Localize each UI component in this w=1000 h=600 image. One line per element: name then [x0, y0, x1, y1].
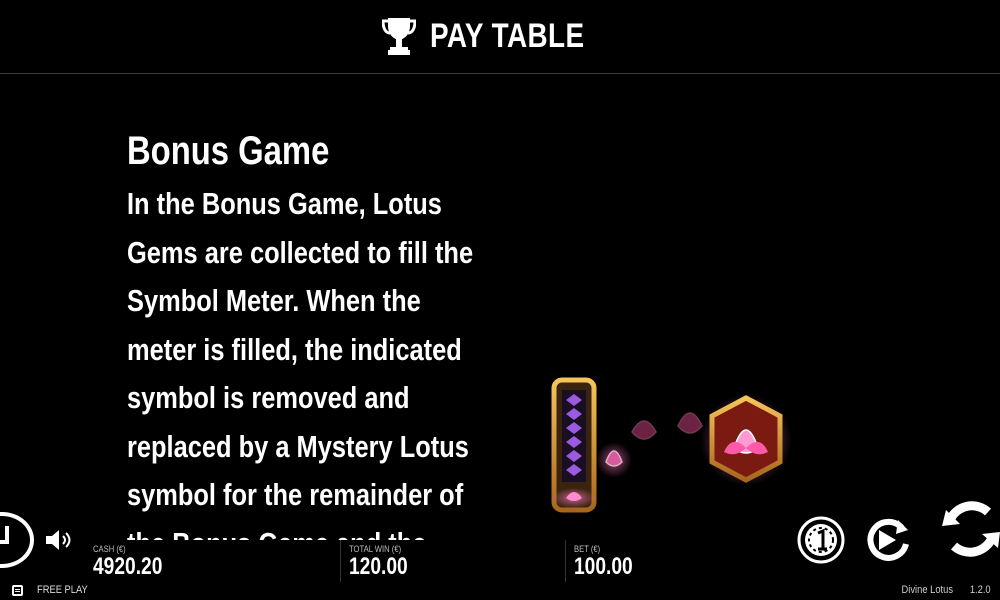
- paragraph-line: In the Bonus Game, Lotus: [127, 186, 442, 221]
- paragraph-line: meter is filled, the indicated: [127, 331, 462, 367]
- section-heading: Bonus Game: [127, 129, 330, 173]
- game-name: Divine Lotus: [901, 584, 953, 596]
- symbol-meter-icon: [551, 377, 597, 513]
- free-play-label: FREE PLAY: [37, 584, 88, 596]
- footer-left: FREE PLAY: [12, 584, 97, 596]
- paragraph-line: Symbol Meter. When the: [127, 283, 421, 318]
- bet-value: 100.00: [574, 553, 633, 580]
- total-win-value: 120.00: [349, 553, 408, 580]
- total-win-display: TOTAL WIN (€) 120.00: [349, 544, 422, 580]
- clock-icon-hand: [0, 540, 8, 544]
- paragraph-line: Gems are collected to fill the: [127, 234, 474, 270]
- autoplay-button[interactable]: [862, 516, 912, 564]
- paytable-header: PAY TABLE: [0, 0, 1000, 74]
- footer-right: Divine Lotus 1.2.0: [897, 584, 992, 596]
- divider: [565, 540, 566, 582]
- cash-display: CASH (€) 4920.20: [93, 544, 180, 580]
- history-button[interactable]: [0, 512, 34, 568]
- bonus-game-illustration: [551, 377, 792, 513]
- spin-button[interactable]: [940, 500, 1000, 558]
- paytable-scroll-content[interactable]: Bonus Game In the Bonus Game, Lotus Gems…: [127, 126, 547, 540]
- sound-icon[interactable]: [44, 528, 72, 552]
- divider: [340, 540, 341, 582]
- paragraph-line: symbol is removed and: [127, 380, 410, 415]
- bet-display: BET (€) 100.00: [574, 544, 647, 580]
- bet-coin-button[interactable]: [797, 516, 845, 564]
- page-title: PAY TABLE: [429, 16, 585, 55]
- cash-value: 4920.20: [93, 553, 163, 580]
- game-version: 1.2.0: [969, 584, 991, 596]
- mystery-lotus-icon: [700, 394, 792, 486]
- menu-icon[interactable]: [12, 584, 23, 596]
- lotus-gem-trail-icon: [596, 412, 703, 478]
- paragraph-line: replaced by a Mystery Lotus: [127, 428, 469, 464]
- section-paragraph: In the Bonus Game, Lotus Gems are collec…: [127, 180, 547, 540]
- trophy-icon: [381, 18, 416, 55]
- bottom-bar: CASH (€) 4920.20 TOTAL WIN (€) 120.00 BE…: [0, 500, 1000, 600]
- header-title-group: PAY TABLE: [0, 14, 1000, 58]
